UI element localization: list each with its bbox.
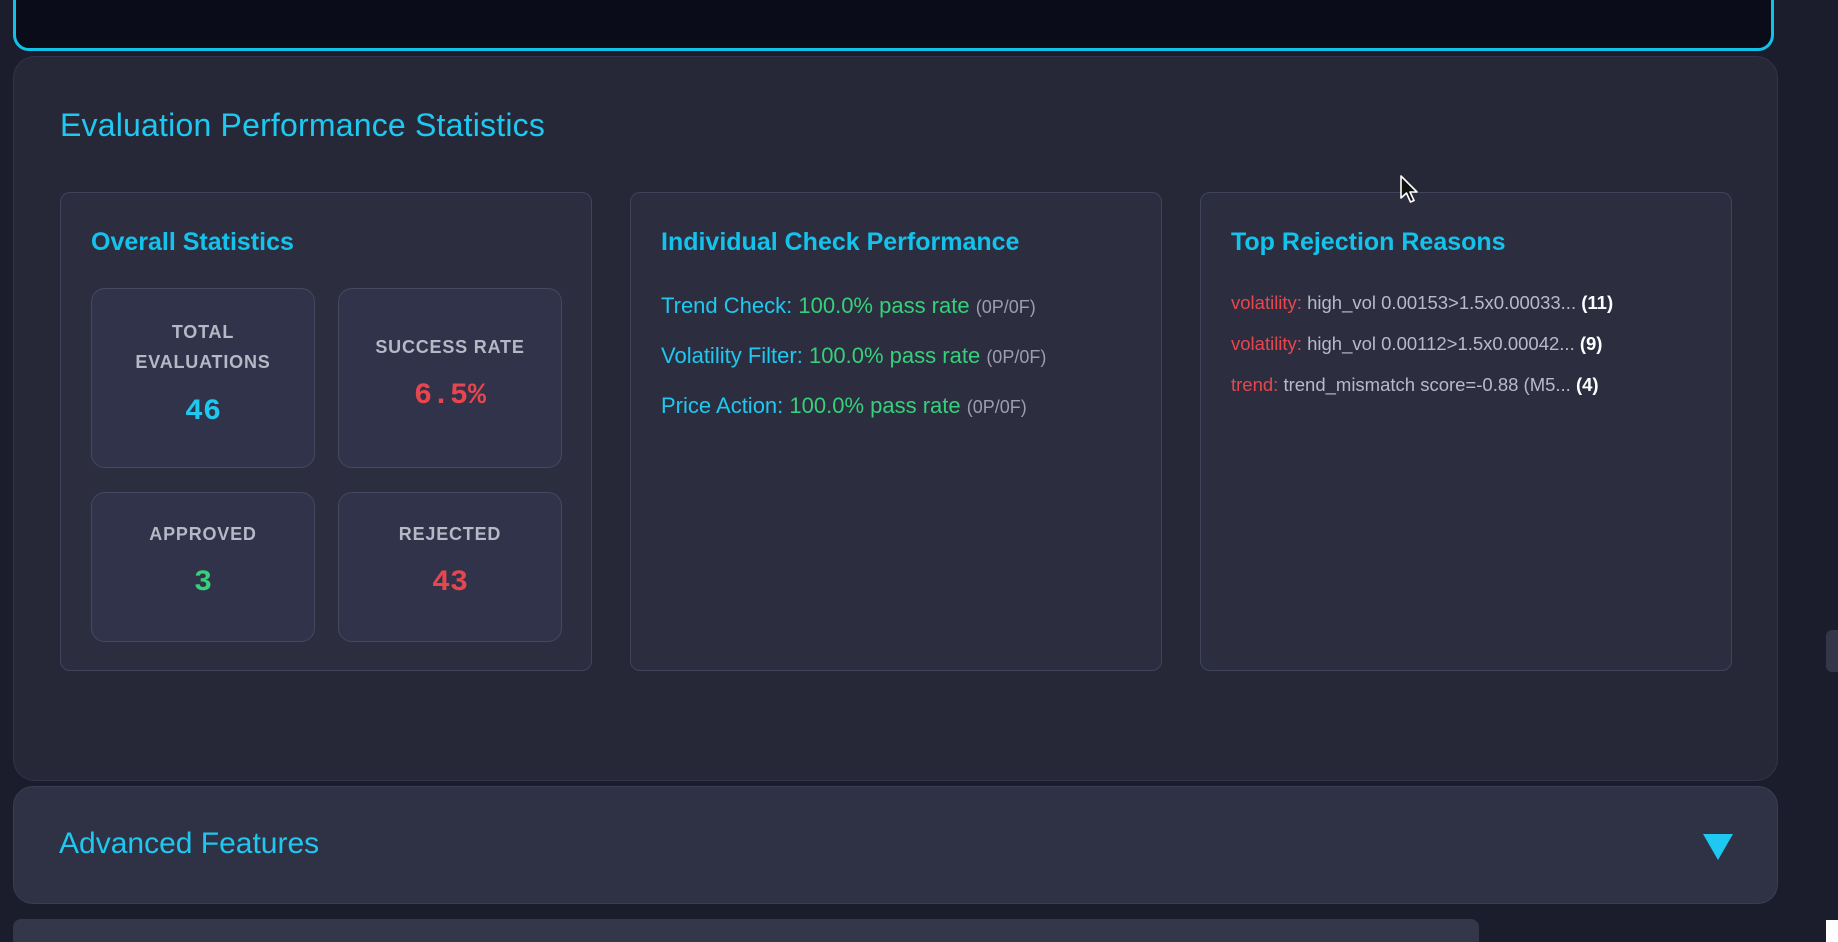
- rejected-box: REJECTED 43: [338, 492, 562, 642]
- reason-text: high_vol 0.00153>1.5x0.00033...: [1307, 292, 1577, 313]
- rejection-reason-item: volatility: high_vol 0.00112>1.5x0.00042…: [1231, 333, 1602, 355]
- total-evaluations-value: 46: [184, 395, 221, 429]
- overall-stats-card: Overall Statistics TOTAL EVALUATIONS 46 …: [60, 192, 592, 671]
- check-rate: 100.0% pass rate: [808, 343, 981, 368]
- check-price-action: Price Action: 100.0% pass rate (0P/0F): [661, 393, 1027, 419]
- approved-value: 3: [193, 566, 212, 600]
- rejection-reason-item: trend: trend_mismatch score=-0.88 (M5...…: [1231, 374, 1599, 396]
- total-evaluations-label: TOTAL EVALUATIONS: [135, 322, 271, 372]
- horizontal-scrollbar-thumb[interactable]: [13, 919, 1479, 942]
- check-trend: Trend Check: 100.0% pass rate (0P/0F): [661, 293, 1036, 319]
- check-counts: (0P/0F): [975, 297, 1036, 317]
- reason-text: trend_mismatch score=-0.88 (M5...: [1283, 374, 1571, 395]
- check-volatility: Volatility Filter: 100.0% pass rate (0P/…: [661, 343, 1046, 369]
- total-evaluations-box: TOTAL EVALUATIONS 46: [91, 288, 315, 468]
- vertical-scrollbar-thumb[interactable]: [1826, 630, 1838, 672]
- check-counts: (0P/0F): [966, 397, 1027, 417]
- success-rate-label: SUCCESS RATE: [375, 337, 525, 357]
- reason-count: (11): [1581, 292, 1614, 313]
- reason-category: volatility:: [1231, 333, 1302, 354]
- rejection-reason-item: volatility: high_vol 0.00153>1.5x0.00033…: [1231, 292, 1613, 314]
- reason-text: high_vol 0.00112>1.5x0.00042...: [1307, 333, 1575, 354]
- success-rate-box: SUCCESS RATE 6.5%: [338, 288, 562, 468]
- check-performance-title: Individual Check Performance: [661, 228, 1020, 256]
- mouse-cursor-icon: [1400, 175, 1418, 203]
- triangle-down-icon[interactable]: [1703, 834, 1733, 860]
- reason-count: (9): [1579, 333, 1603, 354]
- approved-label: APPROVED: [149, 524, 257, 544]
- scrollbar-corner: [1826, 920, 1838, 942]
- reason-category: trend:: [1231, 374, 1279, 395]
- check-name: Volatility Filter:: [661, 343, 803, 368]
- reason-count: (4): [1575, 374, 1599, 395]
- evaluation-stats-panel: Evaluation Performance Statistics Overal…: [13, 56, 1778, 781]
- overall-stats-title: Overall Statistics: [91, 228, 294, 256]
- stats-title: Evaluation Performance Statistics: [60, 107, 546, 143]
- check-rate: 100.0% pass rate: [789, 393, 961, 418]
- check-counts: (0P/0F): [986, 347, 1047, 367]
- rejected-label: REJECTED: [398, 524, 502, 544]
- rejected-value: 43: [431, 566, 468, 600]
- advanced-features-title: Advanced Features: [59, 827, 320, 860]
- success-rate-value: 6.5%: [413, 379, 486, 413]
- check-name: Price Action:: [661, 393, 784, 418]
- check-name: Trend Check:: [661, 293, 793, 318]
- check-performance-card: Individual Check Performance Trend Check…: [630, 192, 1162, 671]
- approved-box: APPROVED 3: [91, 492, 315, 642]
- rejection-reasons-card: Top Rejection Reasons volatility: high_v…: [1200, 192, 1732, 671]
- top-panel: [13, 0, 1774, 51]
- page: Evaluation Performance Statistics Overal…: [0, 0, 1838, 942]
- check-rate: 100.0% pass rate: [798, 293, 970, 318]
- rejection-reasons-title: Top Rejection Reasons: [1231, 228, 1506, 256]
- reason-category: volatility:: [1231, 292, 1302, 313]
- advanced-features-toggle[interactable]: Advanced Features: [13, 786, 1778, 904]
